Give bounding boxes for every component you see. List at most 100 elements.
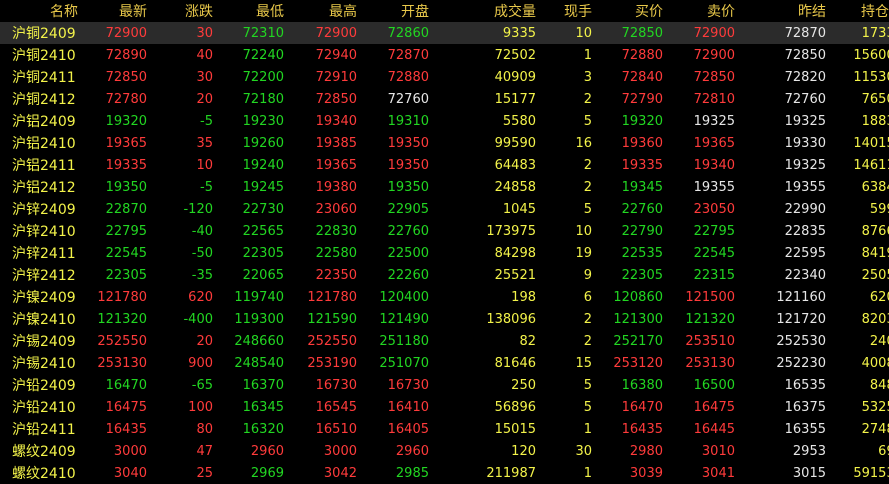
col-last-header[interactable]: 最新 xyxy=(86,0,153,22)
col-prev-header[interactable]: 昨结 xyxy=(741,0,832,22)
col-volume-header[interactable]: 成交量 xyxy=(435,0,542,22)
cell-lots: 3 xyxy=(583,69,592,85)
table-row[interactable]: 沪铅2411 16435 80 16320 16510 16405 15015 1 16435 1… xyxy=(0,418,889,440)
cell-prev: 22835 xyxy=(784,223,826,239)
cell-volume: 15177 xyxy=(494,91,536,107)
cell-ask: 72900 xyxy=(693,47,735,63)
cell-lots: 1 xyxy=(583,421,592,437)
cell-volume: 250 xyxy=(511,377,536,393)
cell-name: 螺纹2410 xyxy=(12,466,76,482)
cell-volume: 9335 xyxy=(435,22,542,44)
cell-name: 沪铝2409 xyxy=(12,114,76,130)
cell-ask: 19365 xyxy=(693,135,735,151)
cell-lots: 2 xyxy=(583,311,592,327)
cell-last: 121320 xyxy=(97,311,147,327)
cell-volume: 1045 xyxy=(502,201,536,217)
cell-bid: 72840 xyxy=(621,69,663,85)
table-row[interactable]: 沪铝2411 19335 10 19240 19365 19350 64483 2 19335 1… xyxy=(0,154,889,176)
cell-oi: 63840 xyxy=(861,179,889,195)
cell-name: 沪铝2412 xyxy=(12,180,76,196)
cell-high: 72900 xyxy=(290,22,363,44)
cell-lots: 2 xyxy=(583,179,592,195)
table-row[interactable]: 沪锡2410 253130 900 248540 253190 251070 81646 15… xyxy=(0,352,889,374)
cell-volume: 40909 xyxy=(494,69,536,85)
table-row[interactable]: 沪铝2412 19350 -5 19245 19380 19350 24858 2 19345 1… xyxy=(0,176,889,198)
cell-prev: 72820 xyxy=(784,69,826,85)
cell-lots: 2 xyxy=(583,157,592,173)
col-low-header[interactable]: 最低 xyxy=(219,0,290,22)
cell-volume: 82 xyxy=(519,333,536,349)
table-row[interactable]: 沪锌2412 22305 -35 22065 22350 22260 25521 9 22305… xyxy=(0,264,889,286)
cell-change: -50 xyxy=(191,245,213,261)
cell-prev: 16535 xyxy=(784,377,826,393)
cell-bid: 22535 xyxy=(621,245,663,261)
col-change-header[interactable]: 涨跌 xyxy=(153,0,219,22)
table-row[interactable]: 沪铅2410 16475 100 16345 16545 16410 56896 5 16470… xyxy=(0,396,889,418)
col-high-header[interactable]: 最高 xyxy=(290,0,363,22)
col-ask-header[interactable]: 卖价 xyxy=(669,0,741,22)
table-row[interactable]: 螺纹2409 3000 47 2960 3000 2960 120 30 2980 3010 295… xyxy=(0,440,889,462)
col-oi-header[interactable]: 持仓量 xyxy=(832,0,889,22)
cell-oi: 591533 xyxy=(853,465,889,481)
cell-oi: 6204 xyxy=(869,289,889,305)
table-row[interactable]: 沪镍2409 121780 620 119740 121780 120400 198 6 120… xyxy=(0,286,889,308)
table-row[interactable]: 沪铅2409 16470 -65 16370 16730 16730 250 5 16380 16… xyxy=(0,374,889,396)
cell-bid: 19320 xyxy=(621,113,663,129)
cell-open: 121490 xyxy=(379,311,429,327)
cell-name: 沪铜2410 xyxy=(12,48,76,64)
table-row[interactable]: 螺纹2410 3040 25 2969 3042 2985 211987 1 3039 3041 3… xyxy=(0,462,889,484)
table-row[interactable]: 沪铜2410 72890 40 72240 72940 72870 72502 1 72880 7… xyxy=(0,44,889,66)
col-name-header[interactable]: 名称 xyxy=(0,0,86,22)
cell-volume: 56896 xyxy=(494,399,536,415)
table-row[interactable]: 沪锡2409 252550 20 248660 252550 251180 82 2 25217… xyxy=(0,330,889,352)
cell-open: 19310 xyxy=(387,113,429,129)
col-open-header[interactable]: 开盘 xyxy=(363,0,435,22)
table-row[interactable]: 沪铝2409 19320 -5 19230 19340 19310 5580 5 19320 19… xyxy=(0,110,889,132)
table-row[interactable]: 沪铜2411 72850 30 72200 72910 72880 40909 3 72840 7… xyxy=(0,66,889,88)
cell-change: -65 xyxy=(191,377,213,393)
table-row[interactable]: 沪锌2410 22795 -40 22565 22830 22760 173975 10 227… xyxy=(0,220,889,242)
table-row[interactable]: 沪镍2410 121320 -400 119300 121590 121490 138096… xyxy=(0,308,889,330)
cell-high: 19385 xyxy=(315,135,357,151)
table-row[interactable]: 沪锌2409 22870 -120 22730 23060 22905 1045 5 22760… xyxy=(0,198,889,220)
header-row: 名称 最新 涨跌 最低 最高 开盘 成交量 现手 买价 卖价 昨结 持仓量 xyxy=(0,0,889,22)
cell-low: 72310 xyxy=(219,22,290,44)
cell-change: 40 xyxy=(196,47,213,63)
table-row[interactable]: 沪铝2410 19365 35 19260 19385 19350 99590 16 19360… xyxy=(0,132,889,154)
cell-last: 22870 xyxy=(105,201,147,217)
cell-lots: 2 xyxy=(583,333,592,349)
cell-name: 沪铜2411 xyxy=(12,70,76,86)
cell-low: 72240 xyxy=(242,47,284,63)
cell-open: 19350 xyxy=(387,179,429,195)
table-row[interactable]: 沪铜2412 72780 20 72180 72850 72760 15177 2 72790 7… xyxy=(0,88,889,110)
cell-lots: 10 xyxy=(542,22,598,44)
cell-volume: 5580 xyxy=(502,113,536,129)
cell-change: 900 xyxy=(188,355,213,371)
cell-lots: 30 xyxy=(575,443,592,459)
quote-table: 名称 最新 涨跌 最低 最高 开盘 成交量 现手 买价 卖价 昨结 持仓量 沪铜… xyxy=(0,0,889,484)
cell-name: 沪铜2412 xyxy=(12,92,76,108)
cell-high: 252550 xyxy=(307,333,357,349)
col-bid-header[interactable]: 买价 xyxy=(598,0,669,22)
cell-oi: 17335 xyxy=(832,22,889,44)
cell-oi: 690 xyxy=(878,443,889,459)
cell-last: 72780 xyxy=(105,91,147,107)
table-row[interactable]: 沪铜2409 72900 30 72310 72900 72860 9335 10 72850 7… xyxy=(0,22,889,44)
cell-low: 19230 xyxy=(242,113,284,129)
cell-prev: 19355 xyxy=(784,179,826,195)
cell-high: 253190 xyxy=(307,355,357,371)
cell-oi: 82035 xyxy=(861,311,889,327)
cell-oi: 18830 xyxy=(861,113,889,129)
cell-bid: 16380 xyxy=(621,377,663,393)
cell-high: 23060 xyxy=(315,201,357,217)
cell-lots: 15 xyxy=(575,355,592,371)
cell-open: 16410 xyxy=(387,399,429,415)
cell-ask: 19355 xyxy=(693,179,735,195)
cell-open: 16730 xyxy=(387,377,429,393)
cell-change: -35 xyxy=(191,267,213,283)
col-lots-header[interactable]: 现手 xyxy=(542,0,598,22)
cell-high: 72940 xyxy=(315,47,357,63)
cell-open: 251070 xyxy=(379,355,429,371)
cell-prev: 16355 xyxy=(784,421,826,437)
table-row[interactable]: 沪锌2411 22545 -50 22305 22580 22500 84298 19 2253… xyxy=(0,242,889,264)
